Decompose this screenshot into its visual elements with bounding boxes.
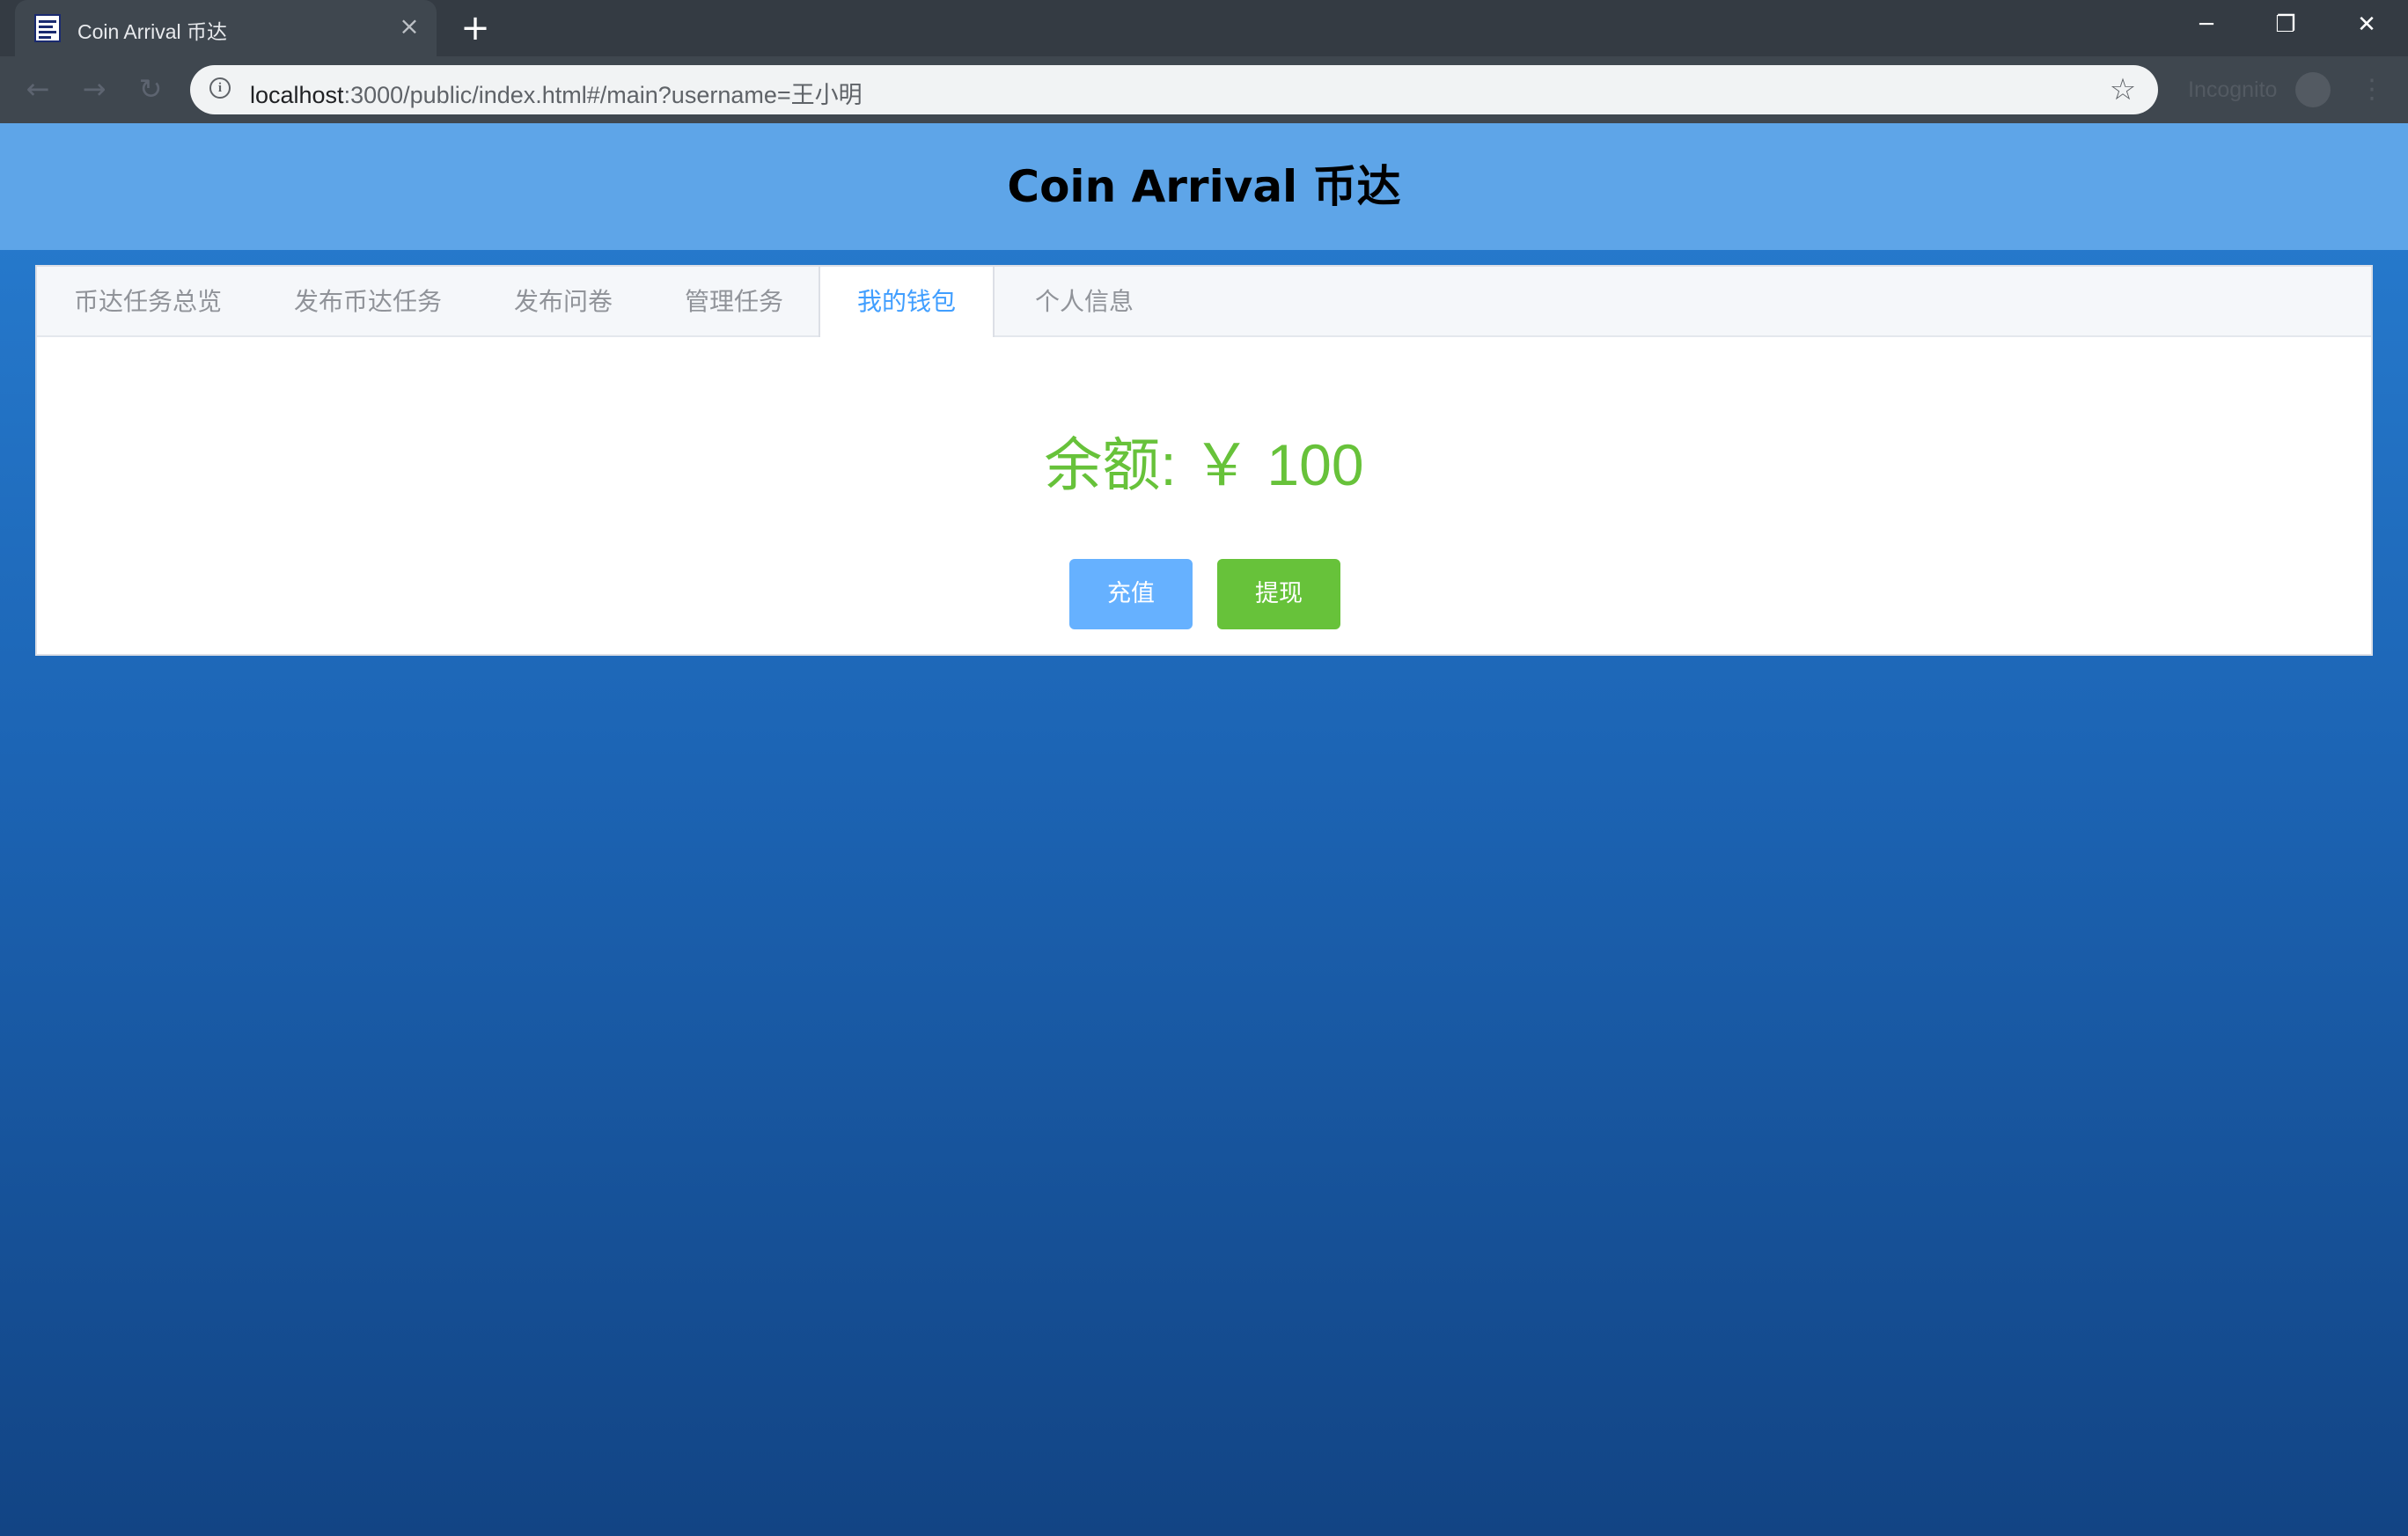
incognito-icon[interactable] <box>2295 72 2331 107</box>
tab-publish-survey[interactable]: 发布问卷 <box>477 267 650 337</box>
new-tab-button[interactable]: + <box>458 11 493 46</box>
tab-bar: 币达任务总览 发布币达任务 发布问卷 管理任务 我的钱包 个人信息 <box>37 267 2371 337</box>
app-header: Coin Arrival 币达 <box>0 123 2408 250</box>
tab-close-icon[interactable]: × <box>395 12 423 40</box>
close-window-button[interactable]: ✕ <box>2327 0 2406 51</box>
favicon-icon <box>34 14 61 42</box>
tab-profile[interactable]: 个人信息 <box>998 267 1171 337</box>
tab-task-overview[interactable]: 币达任务总览 <box>37 267 259 337</box>
tab-manage-tasks[interactable]: 管理任务 <box>648 267 820 337</box>
browser-menu-icon[interactable]: ⋮ <box>2359 72 2385 107</box>
url-host: localhost <box>250 82 344 108</box>
browser-titlebar: Coin Arrival 币达 × + ─ ❐ ✕ <box>0 0 2408 56</box>
minimize-button[interactable]: ─ <box>2167 0 2246 51</box>
content-card: 币达任务总览 发布币达任务 发布问卷 管理任务 我的钱包 个人信息 余额: ￥ … <box>35 265 2373 656</box>
browser-tab[interactable]: Coin Arrival 币达 × <box>15 0 437 56</box>
tab-my-wallet[interactable]: 我的钱包 <box>819 267 995 337</box>
reload-icon[interactable]: ↻ <box>128 67 173 111</box>
forward-icon[interactable]: → <box>72 67 116 111</box>
url-text[interactable]: localhost:3000/public/index.html#/main?u… <box>250 76 863 110</box>
tab-title: Coin Arrival 币达 <box>77 20 227 43</box>
restore-button[interactable]: ❐ <box>2246 0 2325 51</box>
wallet-balance: 余额: ￥ 100 <box>1044 432 1364 497</box>
browser-toolbar: ← → ↻ i localhost:3000/public/index.html… <box>0 56 2408 123</box>
withdraw-button[interactable]: 提现 <box>1217 559 1340 629</box>
incognito-label: Incognito <box>2188 77 2278 102</box>
page-title: Coin Arrival 币达 <box>1007 161 1401 212</box>
bookmark-star-icon[interactable]: ☆ <box>2105 72 2140 107</box>
recharge-button[interactable]: 充值 <box>1069 559 1193 629</box>
site-info-icon[interactable]: i <box>209 77 231 99</box>
address-bar[interactable]: i localhost:3000/public/index.html#/main… <box>190 65 2158 114</box>
tab-publish-task[interactable]: 发布币达任务 <box>257 267 479 337</box>
url-path: :3000/public/index.html#/main?username=王… <box>343 82 863 108</box>
back-icon[interactable]: ← <box>16 67 60 111</box>
